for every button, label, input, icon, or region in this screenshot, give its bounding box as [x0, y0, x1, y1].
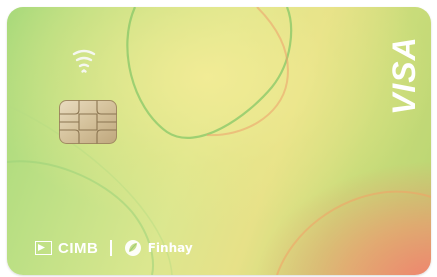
credit-card: VISA CIMB Finhay: [7, 7, 431, 275]
visa-logo-text: VISA: [386, 36, 422, 115]
cimb-logo-icon: [35, 241, 52, 255]
brand-separator: [110, 240, 112, 256]
brand-row: CIMB Finhay: [35, 237, 193, 259]
issuer-name: CIMB: [58, 239, 99, 257]
finhay-logo-icon: [124, 240, 141, 256]
visa-logo: VISA: [386, 36, 422, 115]
partner-name: Finhay: [147, 241, 193, 255]
contactless-icon: [72, 49, 96, 73]
emv-chip-icon: [59, 100, 117, 144]
image-canvas: VISA CIMB Finhay: [0, 0, 437, 277]
